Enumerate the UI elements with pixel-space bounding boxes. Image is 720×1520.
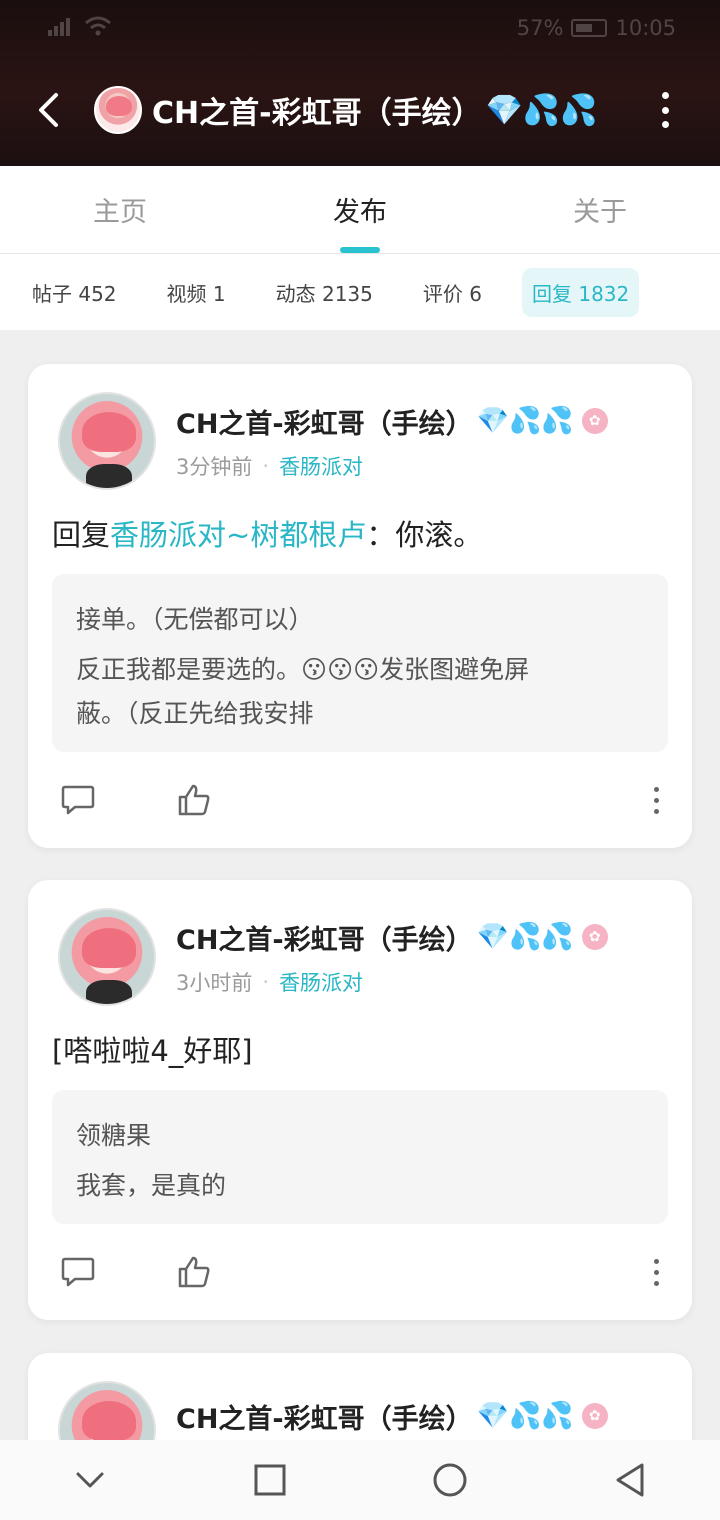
tab-about[interactable]: 关于 bbox=[480, 166, 720, 253]
comment-icon bbox=[61, 1257, 95, 1287]
group-link[interactable]: 香肠派对 bbox=[279, 451, 363, 481]
battery-percent: 57% bbox=[516, 16, 564, 40]
like-button[interactable] bbox=[174, 780, 214, 820]
chip-posts[interactable]: 帖子 452 bbox=[22, 268, 127, 317]
circle-icon bbox=[433, 1463, 467, 1497]
level-badge-icon: ✿ bbox=[581, 924, 608, 950]
author-emoji: 💎💦💦 bbox=[476, 922, 574, 952]
comment-button[interactable] bbox=[58, 780, 98, 820]
header: 57% 10:05 CH之首-彩虹哥（手绘） 💎💦💦 bbox=[0, 0, 720, 166]
thumbs-up-icon bbox=[178, 1256, 210, 1288]
profile-tabs: 主页 发布 关于 bbox=[0, 166, 720, 254]
quoted-post[interactable]: 领糖果 我套，是真的 bbox=[52, 1090, 668, 1224]
clock: 10:05 bbox=[615, 16, 676, 40]
chip-reviews[interactable]: 评价 6 bbox=[413, 268, 492, 317]
author-emoji: 💎💦💦 bbox=[476, 406, 574, 436]
triangle-back-icon bbox=[616, 1463, 644, 1497]
content-filter-bar: 帖子 452 视频 1 动态 2135 评价 6 回复 1832 bbox=[0, 254, 720, 330]
reply-card[interactable]: CH之首-彩虹哥（手绘） 💎💦💦 ✿ bbox=[28, 1353, 692, 1440]
comment-icon bbox=[61, 785, 95, 815]
more-options-button[interactable] bbox=[650, 92, 680, 128]
author-name[interactable]: CH之首-彩虹哥（手绘） bbox=[176, 1397, 473, 1436]
signal-icon bbox=[48, 16, 74, 41]
wifi-icon bbox=[84, 16, 112, 41]
chip-replies[interactable]: 回复 1832 bbox=[521, 267, 640, 317]
post-time: 3分钟前 bbox=[176, 454, 253, 479]
quote-line: 反正我都是要选的。😗😗😗发张图避免屏 bbox=[76, 655, 530, 684]
quote-line: 接单。（无偿都可以） bbox=[76, 605, 314, 634]
quote-line: 领糖果 bbox=[76, 1121, 152, 1150]
square-icon bbox=[254, 1464, 286, 1496]
nav-back-button[interactable] bbox=[600, 1450, 660, 1510]
avatar[interactable] bbox=[58, 908, 156, 1006]
quote-line: 我套，是真的 bbox=[76, 1171, 227, 1200]
quoted-post[interactable]: 接单。（无偿都可以） 反正我都是要选的。😗😗😗发张图避免屏 蔽。（反正先给我安排 bbox=[52, 574, 668, 752]
title-emoji: 💎💦💦 bbox=[485, 92, 598, 128]
title-bar: CH之首-彩虹哥（手绘） 💎💦💦 bbox=[0, 80, 720, 140]
reply-card[interactable]: CH之首-彩虹哥（手绘） 💎💦💦 ✿ 3分钟前 · 香肠派对 回复香肠派对~树都… bbox=[28, 364, 692, 848]
chip-videos[interactable]: 视频 1 bbox=[157, 268, 236, 317]
tab-posts[interactable]: 发布 bbox=[240, 166, 480, 253]
comment-button[interactable] bbox=[58, 1252, 98, 1292]
nav-home-button[interactable] bbox=[420, 1450, 480, 1510]
post-time: 3小时前 bbox=[176, 970, 253, 995]
level-badge-icon: ✿ bbox=[581, 1403, 608, 1429]
card-more-button[interactable] bbox=[646, 1252, 666, 1292]
reply-card[interactable]: CH之首-彩虹哥（手绘） 💎💦💦 ✿ 3小时前 · 香肠派对 [嗒啦啦4_好耶]… bbox=[28, 880, 692, 1320]
chevron-down-icon bbox=[76, 1472, 104, 1488]
avatar[interactable] bbox=[58, 392, 156, 490]
mention-link[interactable]: 香肠派对~树都根卢 bbox=[110, 518, 366, 552]
author-emoji: 💎💦💦 bbox=[476, 1401, 574, 1431]
quote-line: 蔽。（反正先给我安排 bbox=[76, 699, 314, 728]
avatar[interactable] bbox=[58, 1381, 156, 1440]
header-avatar[interactable] bbox=[94, 86, 142, 134]
status-bar: 57% 10:05 bbox=[0, 0, 720, 56]
nav-collapse-button[interactable] bbox=[60, 1450, 120, 1510]
card-more-button[interactable] bbox=[646, 780, 666, 820]
system-nav-bar bbox=[0, 1440, 720, 1520]
like-button[interactable] bbox=[174, 1252, 214, 1292]
battery-icon bbox=[571, 19, 608, 37]
author-name[interactable]: CH之首-彩虹哥（手绘） bbox=[176, 402, 473, 441]
back-button[interactable] bbox=[18, 80, 78, 140]
nav-recents-button[interactable] bbox=[240, 1450, 300, 1510]
tab-home[interactable]: 主页 bbox=[0, 166, 240, 253]
chip-moments[interactable]: 动态 2135 bbox=[266, 268, 383, 317]
level-badge-icon: ✿ bbox=[581, 408, 608, 434]
author-name[interactable]: CH之首-彩虹哥（手绘） bbox=[176, 918, 473, 957]
page-title: CH之首-彩虹哥（手绘） bbox=[152, 96, 482, 131]
back-arrow-icon bbox=[39, 93, 58, 127]
thumbs-up-icon bbox=[178, 784, 210, 816]
reply-text: 回复香肠派对~树都根卢：你滚。 bbox=[52, 518, 483, 552]
group-link[interactable]: 香肠派对 bbox=[279, 967, 363, 997]
reply-feed: CH之首-彩虹哥（手绘） 💎💦💦 ✿ 3分钟前 · 香肠派对 回复香肠派对~树都… bbox=[0, 330, 720, 1440]
reply-text: [嗒啦啦4_好耶] bbox=[52, 1034, 253, 1068]
